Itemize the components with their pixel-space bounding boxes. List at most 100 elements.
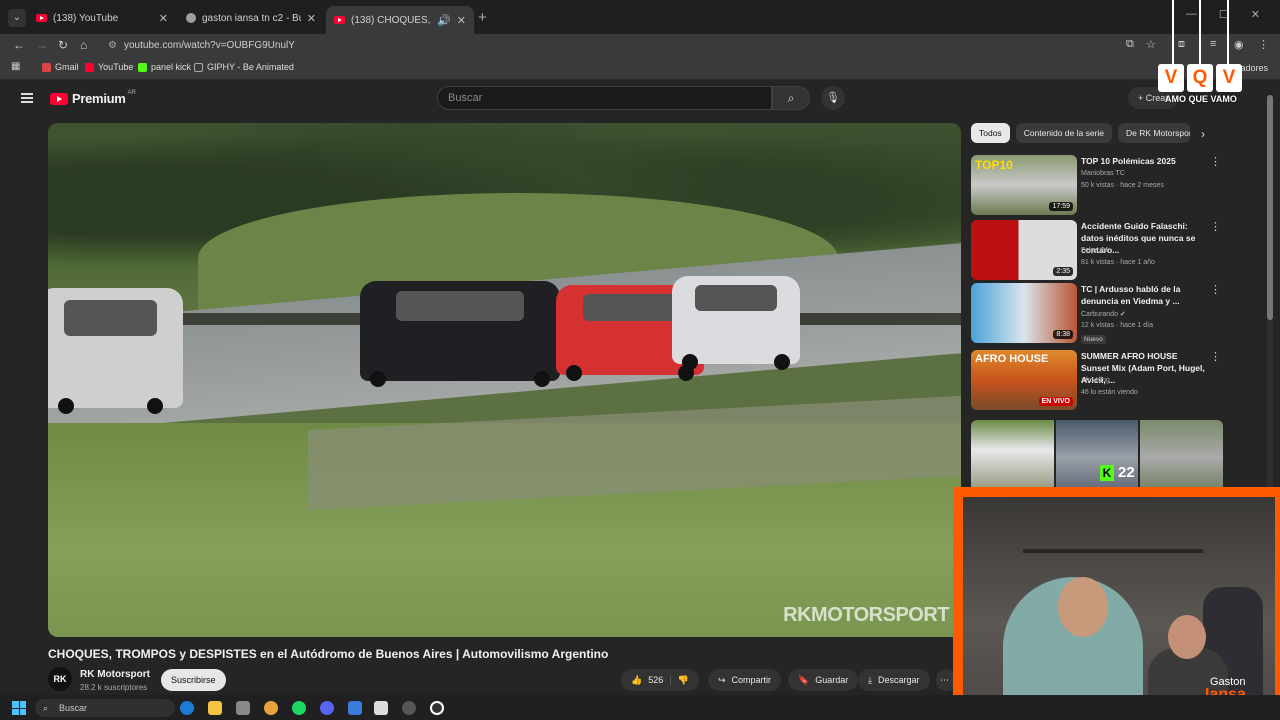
more-vert-icon[interactable]: ⋮ [1210, 155, 1221, 168]
chip-channel[interactable]: De RK Motorsport [1118, 123, 1191, 143]
address-toolbar: ← → ↻ ⌂ ⚙ youtube.com/watch?v=OUBFG9Unul… [0, 34, 1280, 58]
voice-search-button[interactable]: 🎙 [821, 86, 845, 110]
like-button[interactable]: 👍 526 | 👎 [621, 669, 699, 691]
video-player[interactable]: RKMOTORSPORT [48, 123, 961, 637]
overlay-string [1227, 0, 1229, 64]
address-bar[interactable]: ⚙ youtube.com/watch?v=OUBFG9UnulY [102, 36, 1142, 56]
close-icon[interactable]: ✕ [457, 14, 466, 27]
capcut-icon[interactable] [374, 701, 388, 715]
tab-search-button[interactable]: ⌄ [8, 9, 26, 27]
chip-series[interactable]: Contenido de la serie [1015, 123, 1113, 143]
media-icon[interactable]: ≡ [1210, 38, 1216, 50]
close-window-icon[interactable]: ✕ [1251, 8, 1260, 21]
recommendation-item[interactable]: TOP10 17:59 TOP 10 Polémicas 2025 Maniob… [971, 155, 1223, 215]
recommendation-title[interactable]: TC | Ardusso habló de la denuncia en Vie… [1081, 283, 1207, 307]
extensions-icon[interactable]: ⧈ [1178, 38, 1185, 51]
chevron-right-icon[interactable]: › [1201, 127, 1205, 141]
share-button[interactable]: ↪ Compartir [708, 669, 782, 691]
bookmark-youtube[interactable]: YouTube [85, 62, 133, 72]
chip-all[interactable]: Todos [971, 123, 1010, 143]
reload-icon[interactable]: ↻ [58, 38, 68, 52]
car-wheel [566, 365, 582, 381]
race-car [672, 276, 800, 370]
menu-hamburger-icon[interactable] [21, 93, 33, 103]
close-icon[interactable]: ✕ [159, 12, 168, 25]
recommendation-item[interactable]: 8:38 TC | Ardusso habló de la denuncia e… [971, 283, 1223, 344]
cast-icon[interactable]: ⧉ [1126, 38, 1134, 51]
recommendation-channel[interactable]: Carburando ✔ [1081, 310, 1126, 318]
scrollbar-thumb[interactable] [1267, 95, 1273, 320]
apps-grid-icon[interactable]: ▦ [11, 61, 20, 72]
more-vert-icon[interactable]: ⋮ [1210, 220, 1221, 233]
thumbs-down-icon[interactable]: 👎 [678, 669, 689, 691]
bookmark-gmail[interactable]: Gmail [42, 62, 79, 72]
windows-start-icon[interactable] [12, 701, 26, 715]
app-icon[interactable] [348, 701, 362, 715]
minimize-icon[interactable]: — [1186, 8, 1197, 21]
car-window [396, 291, 524, 321]
video-thumbnail[interactable]: TOP10 17:59 [971, 155, 1077, 215]
video-thumbnail[interactable]: 8:38 [971, 283, 1077, 343]
duration-badge: 17:59 [1049, 202, 1073, 211]
store-icon[interactable] [236, 701, 250, 715]
channel-name[interactable]: RK Motorsport [80, 669, 150, 680]
bookmark-label: GIPHY - Be Animated [207, 62, 294, 72]
tab-video-active[interactable]: (138) CHOQUES, TROMPOS 🔊 ✕ [326, 6, 474, 34]
youtube-logo[interactable]: Premium AR [50, 90, 136, 106]
download-label: Descargar [877, 675, 920, 685]
back-icon[interactable]: ← [13, 38, 25, 52]
taskbar-search[interactable]: ⌕ Buscar [35, 699, 175, 717]
edge-icon[interactable] [180, 701, 194, 715]
video-thumbnail[interactable]: 2:35 [971, 220, 1077, 280]
vqv-letter: V [1158, 64, 1184, 92]
video-title: CHOQUES, TROMPOS y DESPISTES en el Autód… [48, 647, 609, 661]
search-button[interactable]: ⌕ [772, 86, 810, 110]
kick-icon [138, 62, 147, 72]
recommendation-channel[interactable]: Afro King [1081, 377, 1110, 384]
mix-thumbnail[interactable] [971, 420, 1223, 495]
channel-avatar[interactable]: RK [48, 667, 72, 691]
chrome-icon[interactable] [264, 701, 278, 715]
bookmark-panel-kick[interactable]: panel kick [138, 62, 191, 72]
obs-icon[interactable] [430, 701, 444, 715]
logo-text: Premium [72, 91, 126, 106]
subscribe-button[interactable]: Suscribirse [161, 669, 226, 691]
subscriber-count: 28.2 k suscriptores [80, 683, 148, 692]
recommendation-channel[interactable]: Felpa 24 [1081, 247, 1108, 254]
bookmark-giphy[interactable]: GIPHY - Be Animated [194, 62, 294, 72]
search-icon: ⌕ [787, 91, 795, 105]
recommendation-title[interactable]: TOP 10 Polémicas 2025 [1081, 155, 1207, 167]
spotify-icon[interactable] [292, 701, 306, 715]
all-bookmarks[interactable]: adores [1240, 63, 1268, 73]
like-count: 526 [648, 675, 664, 685]
profile-icon[interactable]: ◉ [1234, 38, 1244, 51]
recommendation-item[interactable]: AFRO HOUSE EN VIVO SUMMER AFRO HOUSE Sun… [971, 350, 1223, 410]
new-tab-button[interactable]: + [478, 9, 487, 26]
speaker-icon[interactable]: 🔊 [437, 14, 451, 27]
discord-icon[interactable] [320, 701, 334, 715]
menu-icon[interactable]: ⋮ [1258, 38, 1269, 51]
close-icon[interactable]: ✕ [307, 12, 316, 25]
video-thumbnail[interactable]: AFRO HOUSE EN VIVO [971, 350, 1077, 410]
windows-taskbar: ⌕ Buscar [0, 695, 1280, 720]
app-icon[interactable] [402, 701, 416, 715]
more-vert-icon[interactable]: ⋮ [1210, 350, 1221, 363]
download-button[interactable]: ⤓ Descargar [858, 669, 930, 691]
bookmark-label: YouTube [98, 62, 134, 72]
forward-icon[interactable]: → [36, 38, 48, 52]
file-explorer-icon[interactable] [208, 701, 222, 715]
save-button[interactable]: 🔖 Guardar [788, 669, 859, 691]
youtube-play-icon [50, 92, 68, 105]
recommendation-item[interactable]: 2:35 Accidente Guido Falaschi: datos iné… [971, 220, 1223, 280]
tab-google-search[interactable]: gaston iansa tn c2 - Buscar con ✕ [178, 6, 324, 30]
tab-youtube-home[interactable]: (138) YouTube ✕ [28, 6, 176, 30]
bookmark-star-icon[interactable]: ☆ [1146, 38, 1156, 51]
recommendation-channel[interactable]: Maniobras TC [1081, 170, 1125, 177]
url-text: youtube.com/watch?v=OUBFG9UnulY [124, 40, 295, 51]
more-vert-icon[interactable]: ⋮ [1210, 283, 1221, 296]
search-input[interactable]: Buscar [437, 86, 772, 110]
download-icon: ⤓ [868, 675, 872, 685]
site-info-icon[interactable]: ⚙ [108, 36, 117, 56]
car-wheel [774, 354, 790, 370]
home-icon[interactable]: ⌂ [80, 38, 87, 52]
